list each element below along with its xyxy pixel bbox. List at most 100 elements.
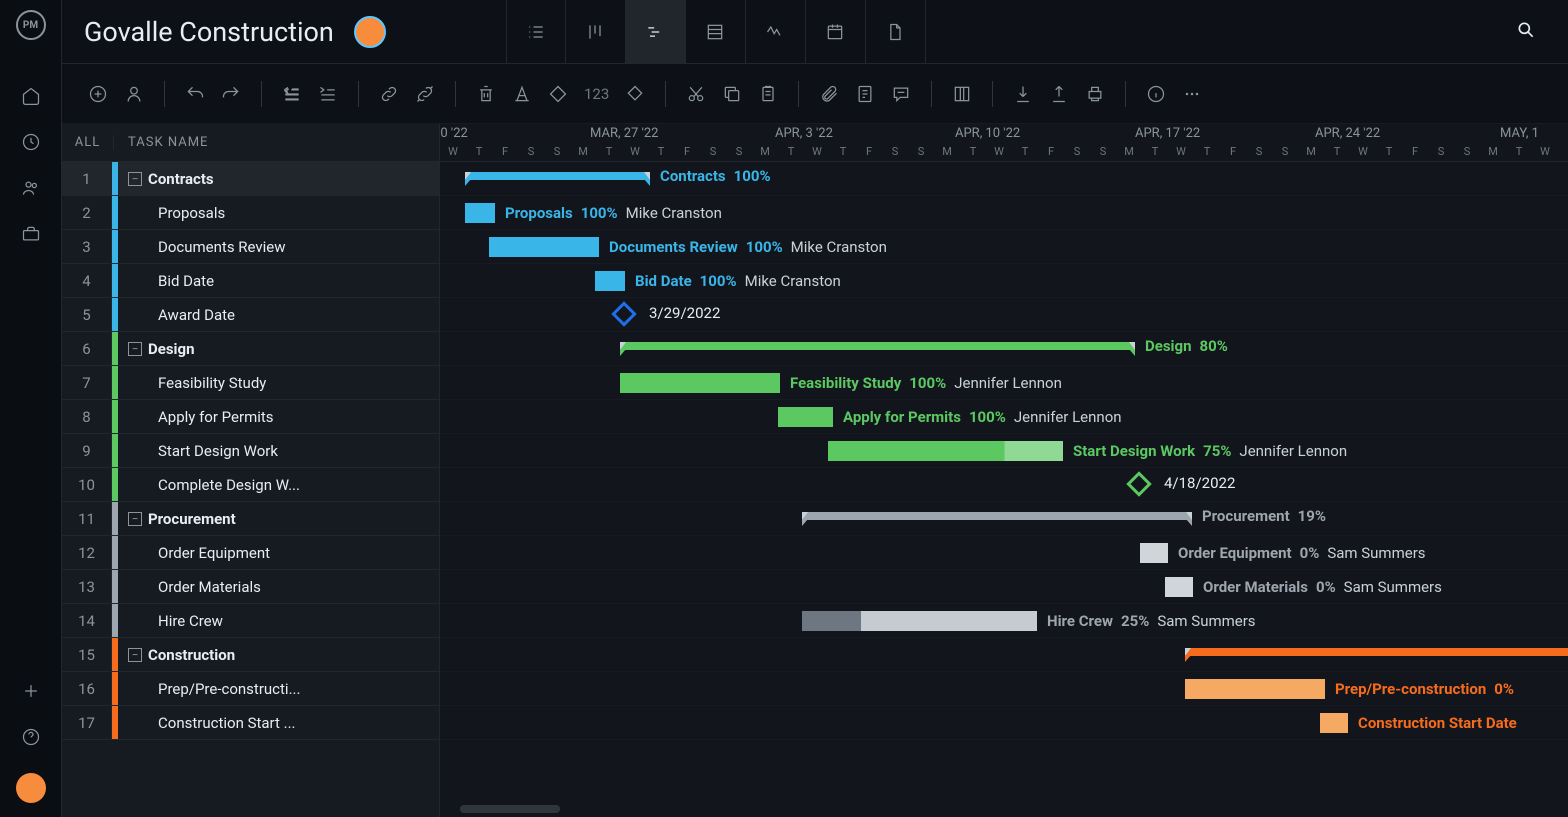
gantt-summary-bar[interactable]: Procurement 19%: [802, 512, 1192, 520]
collapse-icon[interactable]: −: [128, 172, 142, 186]
task-row[interactable]: 14 Hire Crew: [62, 604, 439, 638]
gantt-task-bar[interactable]: Order Equipment 0% Sam Summers: [1140, 543, 1168, 563]
task-row[interactable]: 12 Order Equipment: [62, 536, 439, 570]
gantt-summary-bar[interactable]: Construction: [1185, 648, 1568, 656]
view-sheet[interactable]: [686, 0, 746, 64]
task-row[interactable]: 10 Complete Design W...: [62, 468, 439, 502]
home-icon[interactable]: [21, 86, 41, 106]
task-row[interactable]: 16 Prep/Pre-constructi...: [62, 672, 439, 706]
search-icon[interactable]: [1506, 20, 1546, 44]
view-calendar[interactable]: [806, 0, 866, 64]
gantt-milestone[interactable]: [611, 301, 636, 326]
task-row[interactable]: 11 − Procurement: [62, 502, 439, 536]
task-row[interactable]: 3 Documents Review: [62, 230, 439, 264]
task-row[interactable]: 4 Bid Date: [62, 264, 439, 298]
add-icon[interactable]: [21, 681, 41, 701]
gantt-summary-bar[interactable]: Contracts 100%: [465, 172, 650, 180]
gantt-task-bar[interactable]: Apply for Permits 100% Jennifer Lennon: [778, 407, 833, 427]
print-icon[interactable]: [1085, 84, 1105, 104]
date-minor: F: [1038, 145, 1064, 161]
task-row[interactable]: 13 Order Materials: [62, 570, 439, 604]
topbar: Govalle Construction: [62, 0, 1568, 64]
task-row[interactable]: 1 − Contracts: [62, 162, 439, 196]
view-list[interactable]: [506, 0, 566, 64]
view-file[interactable]: [866, 0, 926, 64]
app-logo[interactable]: PM: [16, 10, 46, 40]
assign-icon[interactable]: [124, 84, 144, 104]
task-number: 3: [62, 230, 112, 263]
milestone-icon[interactable]: [625, 84, 645, 104]
task-row[interactable]: 9 Start Design Work: [62, 434, 439, 468]
help-icon[interactable]: [21, 727, 41, 747]
task-row[interactable]: 15 − Construction: [62, 638, 439, 672]
more-icon[interactable]: [1182, 84, 1202, 104]
task-row[interactable]: 17 Construction Start ...: [62, 706, 439, 740]
date-minor: W: [804, 145, 830, 161]
gantt-task-bar[interactable]: Construction Start Date: [1320, 713, 1348, 733]
bar-label: Prep/Pre-construction 0%: [1335, 680, 1514, 698]
view-dashboard[interactable]: [746, 0, 806, 64]
export-icon[interactable]: [1049, 84, 1069, 104]
comment-icon[interactable]: [891, 84, 911, 104]
task-row[interactable]: 6 − Design: [62, 332, 439, 366]
task-row[interactable]: 8 Apply for Permits: [62, 400, 439, 434]
gantt-milestone[interactable]: [1126, 471, 1151, 496]
collapse-icon[interactable]: −: [128, 342, 142, 356]
date-minor: T: [1506, 145, 1532, 161]
task-number: 10: [62, 468, 112, 501]
gantt-task-bar[interactable]: Hire Crew 25% Sam Summers: [802, 611, 1037, 631]
gantt-summary-bar[interactable]: Design 80%: [620, 342, 1135, 350]
gantt-task-bar[interactable]: Start Design Work 75% Jennifer Lennon: [828, 441, 1063, 461]
gantt-task-bar[interactable]: Bid Date 100% Mike Cranston: [595, 271, 625, 291]
left-rail: PM: [0, 0, 62, 817]
gantt-task-bar[interactable]: Prep/Pre-construction 0%: [1185, 679, 1325, 699]
columns-icon[interactable]: [952, 84, 972, 104]
gantt-row: Documents Review 100% Mike Cranston: [440, 230, 1568, 264]
text-style-icon[interactable]: [512, 84, 532, 104]
add-task-icon[interactable]: [88, 84, 108, 104]
gantt-task-bar[interactable]: Proposals 100% Mike Cranston: [465, 203, 495, 223]
user-avatar[interactable]: [16, 773, 46, 803]
paste-icon[interactable]: [758, 84, 778, 104]
gantt-row: Feasibility Study 100% Jennifer Lennon: [440, 366, 1568, 400]
column-task-name[interactable]: TASK NAME: [114, 135, 208, 150]
import-icon[interactable]: [1013, 84, 1033, 104]
task-name: Order Equipment: [118, 544, 270, 562]
undo-icon[interactable]: [185, 84, 205, 104]
column-all[interactable]: ALL: [62, 135, 114, 150]
tag-icon[interactable]: [548, 84, 568, 104]
view-board[interactable]: [566, 0, 626, 64]
link-icon[interactable]: [379, 84, 399, 104]
date-major: MAY, 1: [1500, 126, 1539, 141]
cut-icon[interactable]: [686, 84, 706, 104]
unlink-icon[interactable]: [415, 84, 435, 104]
indent-icon[interactable]: [318, 84, 338, 104]
task-row[interactable]: 7 Feasibility Study: [62, 366, 439, 400]
bar-label: Order Materials 0% Sam Summers: [1203, 578, 1442, 596]
gantt-task-bar[interactable]: Order Materials 0% Sam Summers: [1165, 577, 1193, 597]
briefcase-icon[interactable]: [21, 224, 41, 244]
project-avatar[interactable]: [354, 16, 386, 48]
redo-icon[interactable]: [221, 84, 241, 104]
task-row[interactable]: 5 Award Date: [62, 298, 439, 332]
gantt-task-bar[interactable]: Feasibility Study 100% Jennifer Lennon: [620, 373, 780, 393]
copy-icon[interactable]: [722, 84, 742, 104]
gantt-task-bar[interactable]: Documents Review 100% Mike Cranston: [489, 237, 599, 257]
gantt-chart[interactable]: WTFSSMTWTFSSMTWTFSSMTWTFSSMTWTFSSMTWTFSS…: [440, 124, 1568, 817]
info-icon[interactable]: [1146, 84, 1166, 104]
date-minor: T: [830, 145, 856, 161]
horizontal-scrollbar[interactable]: [460, 805, 560, 813]
delete-icon[interactable]: [476, 84, 496, 104]
gantt-row: 4/18/2022: [440, 468, 1568, 502]
attach-icon[interactable]: [819, 84, 839, 104]
collapse-icon[interactable]: −: [128, 512, 142, 526]
notes-icon[interactable]: [855, 84, 875, 104]
date-minor: T: [1142, 145, 1168, 161]
team-icon[interactable]: [21, 178, 41, 198]
date-minor: T: [648, 145, 674, 161]
task-row[interactable]: 2 Proposals: [62, 196, 439, 230]
view-gantt[interactable]: [626, 0, 686, 64]
recent-icon[interactable]: [21, 132, 41, 152]
outdent-icon[interactable]: [282, 84, 302, 104]
collapse-icon[interactable]: −: [128, 648, 142, 662]
